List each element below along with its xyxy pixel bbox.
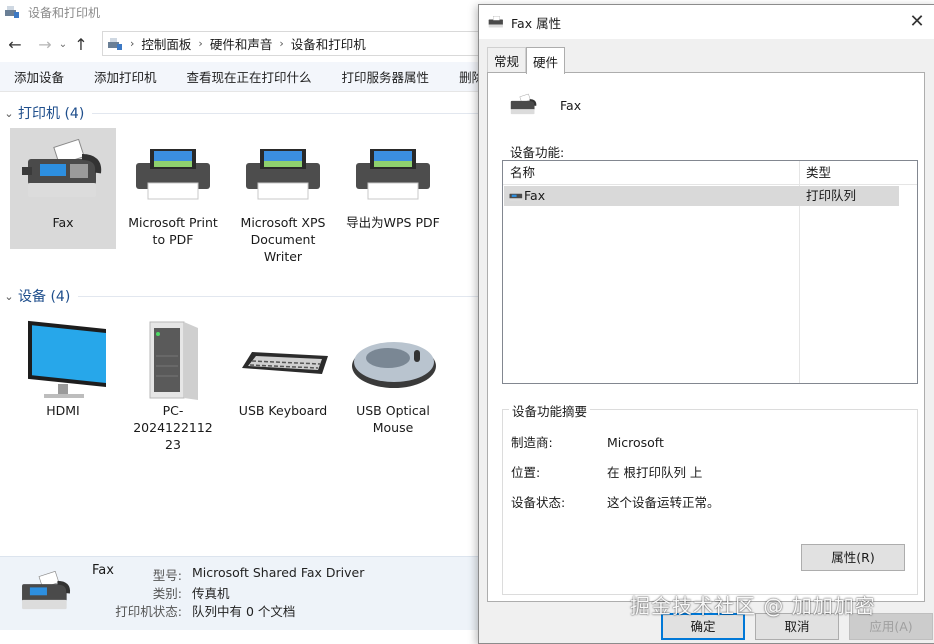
device-functions-label: 设备功能: (510, 145, 565, 160)
summary-row-manufacturer: 制造商: Microsoft (511, 432, 664, 451)
printer-label-fax: Fax (52, 215, 74, 230)
back-arrow-icon[interactable]: ← (4, 35, 26, 54)
printer-label-ms-print-pdf: Microsoft Print to PDF (128, 215, 218, 247)
printer-tile-fax[interactable]: Fax (10, 128, 116, 249)
monitor-icon (28, 320, 106, 398)
summary-row-location: 位置: 在 根打印队列 上 (511, 462, 702, 481)
computer-tower-icon (149, 321, 198, 400)
device-label-hdmi: HDMI (46, 403, 80, 418)
list-cell-name-text: Fax (524, 188, 546, 203)
dialog-tabs: 常规 硬件 (487, 47, 566, 74)
add-printer-button[interactable]: 添加打印机 (94, 67, 157, 86)
fax-icon (22, 139, 102, 197)
close-icon[interactable]: ✕ (905, 11, 929, 33)
summary-legend: 设备功能摘要 (509, 401, 591, 420)
printers-group-header[interactable]: ⌄ 打印机 (4) (0, 102, 480, 124)
group-divider (92, 112, 480, 114)
details-pane: Fax 型号: Microsoft Shared Fax Driver 类别: … (0, 556, 480, 630)
keyboard-icon (242, 352, 328, 374)
breadcrumb-devices-printers[interactable]: 设备和打印机 (291, 34, 366, 53)
dialog-titlebar: Fax 属性 ✕ (479, 5, 934, 39)
device-tile-hdmi[interactable]: HDMI (10, 316, 116, 419)
collapse-chevron-icon[interactable]: ⌄ (0, 290, 18, 303)
device-tile-keyboard[interactable]: USB Keyboard (230, 316, 336, 419)
fax-icon (22, 571, 71, 610)
device-name: Fax (560, 97, 582, 113)
summary-value: 这个设备运转正常。 (606, 495, 720, 510)
control-panel-icon (108, 37, 122, 50)
tab-hardware[interactable]: 硬件 (526, 47, 566, 74)
list-cell-type: 打印队列 (806, 188, 857, 203)
printer-icon (136, 149, 210, 200)
breadcrumb-control-panel[interactable]: 控制面板 (141, 34, 191, 53)
devices-group-header[interactable]: ⌄ 设备 (4) (0, 285, 480, 307)
printer-label-wps-pdf: 导出为WPS PDF (346, 215, 440, 230)
device-tile-pc[interactable]: PC-2024122112 23 (120, 316, 226, 453)
collapse-chevron-icon[interactable]: ⌄ (0, 107, 18, 120)
mouse-icon (352, 342, 436, 388)
breadcrumb-separator-icon: › (279, 37, 284, 50)
address-box[interactable]: › 控制面板 › 硬件和声音 › 设备和打印机 (102, 31, 482, 56)
command-toolbar: 添加设备 添加打印机 查看现在正在打印什么 打印服务器属性 删除设 (0, 62, 480, 92)
remove-device-button[interactable]: 删除设 (459, 67, 480, 86)
watermark: 掘金技术社区 @ 加加加密 (630, 594, 876, 618)
tab-general[interactable]: 常规 (487, 47, 527, 73)
breadcrumb-separator-icon: › (130, 37, 135, 50)
explorer-titlebar: 设备和打印机 (0, 0, 480, 24)
summary-key: 位置: (511, 465, 541, 480)
list-header: 名称 类型 (503, 161, 917, 185)
hardware-tab-panel: Fax 设备功能: 名称 类型 Fax 打印队列 设备功能摘要 制造商: Mic… (487, 72, 925, 602)
details-value: 队列中有 0 个文档 (192, 604, 296, 619)
breadcrumb-hardware-sound[interactable]: 硬件和声音 (210, 34, 273, 53)
column-header-type[interactable]: 类型 (799, 161, 831, 185)
fax-icon (488, 16, 503, 28)
group-divider (78, 295, 480, 297)
summary-value: Microsoft (606, 435, 664, 450)
device-function-summary: 设备功能摘要 制造商: Microsoft 位置: 在 根打印队列 上 设备状态… (502, 401, 918, 595)
up-arrow-icon[interactable]: ↑ (70, 35, 92, 54)
printer-label-ms-xps: Microsoft XPS Document Writer (240, 215, 326, 264)
add-device-button[interactable]: 添加设备 (14, 67, 64, 86)
dialog-title: Fax 属性 (511, 15, 562, 31)
devices-printers-icon (5, 6, 19, 18)
list-cell-name: Fax (508, 186, 545, 206)
details-value: Microsoft Shared Fax Driver (192, 565, 365, 580)
printer-icon (246, 149, 320, 200)
details-value: 传真机 (192, 586, 230, 601)
summary-value: 在 根打印队列 上 (606, 465, 703, 480)
column-header-name[interactable]: 名称 (503, 161, 535, 185)
printer-tile-ms-print-pdf[interactable]: Microsoft Print to PDF (120, 128, 226, 248)
address-bar-row: ← → ⌄ ↑ › 控制面板 › 硬件和声音 › 设备和打印机 (0, 28, 482, 60)
printer-icon (356, 149, 430, 200)
device-label-keyboard: USB Keyboard (238, 403, 328, 418)
details-key: 类别: (152, 586, 182, 601)
summary-key: 制造商: (511, 435, 553, 450)
summary-key: 设备状态: (511, 495, 566, 510)
device-functions-list[interactable]: 名称 类型 Fax 打印队列 (502, 160, 918, 384)
device-label-pc: PC-2024122112 23 (133, 403, 213, 452)
recent-dropdown-icon[interactable]: ⌄ (56, 39, 70, 50)
details-key: 型号: (152, 568, 182, 583)
properties-button[interactable]: 属性(R) (801, 544, 905, 571)
explorer-title: 设备和打印机 (28, 5, 101, 20)
device-tile-mouse[interactable]: USB Optical Mouse (340, 316, 446, 436)
printer-tile-wps-pdf[interactable]: 导出为WPS PDF (340, 128, 446, 231)
forward-arrow-icon[interactable]: → (34, 35, 56, 54)
fax-properties-dialog: Fax 属性 ✕ 常规 硬件 Fax 设备功能: 名称 类型 Fax 打印队列 … (478, 4, 934, 644)
see-whats-printing-button[interactable]: 查看现在正在打印什么 (187, 67, 312, 86)
details-key: 打印机状态: (115, 604, 182, 619)
breadcrumb-separator-icon: › (198, 37, 203, 50)
device-label-mouse: USB Optical Mouse (356, 403, 430, 435)
printer-queue-icon (509, 193, 523, 201)
print-server-properties-button[interactable]: 打印服务器属性 (342, 67, 430, 86)
printer-tile-ms-xps[interactable]: Microsoft XPS Document Writer (230, 128, 336, 265)
device-header: Fax (508, 93, 581, 117)
printers-group-title: 打印机 (4) (18, 106, 85, 122)
list-item[interactable]: Fax 打印队列 (504, 186, 899, 206)
summary-row-status: 设备状态: 这个设备运转正常。 (511, 492, 720, 511)
fax-icon (510, 93, 537, 115)
devices-group-title: 设备 (4) (18, 289, 71, 305)
